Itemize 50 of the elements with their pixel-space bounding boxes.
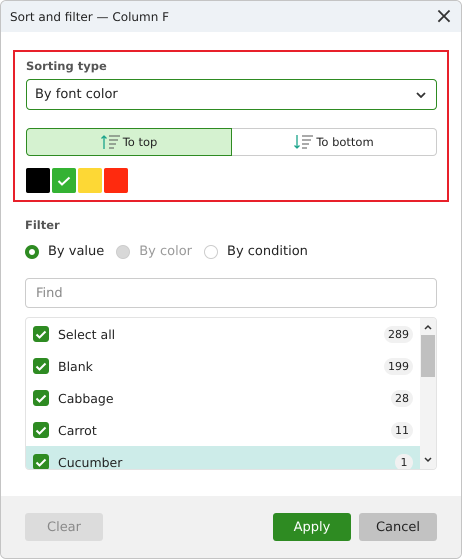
section-label: Sorting type — [26, 59, 108, 73]
color-swatch[interactable] — [26, 168, 50, 193]
chevron-down-icon — [416, 92, 426, 98]
radio-option[interactable]: By condition — [204, 244, 308, 259]
color-swatch[interactable] — [78, 168, 102, 193]
checkbox[interactable] — [33, 326, 49, 342]
check-icon — [57, 176, 71, 186]
count-badge: 289 — [384, 326, 413, 342]
count-badge: 28 — [391, 390, 413, 406]
window-title: Sort and filter — Column F — [10, 10, 170, 24]
close-button[interactable]: × — [427, 1, 461, 32]
scrollbar-thumb[interactable] — [421, 335, 435, 377]
radio-label: By color — [139, 244, 192, 259]
scrollbar[interactable] — [420, 318, 436, 469]
color-swatch[interactable] — [104, 168, 128, 193]
item-label: Carrot — [58, 422, 98, 438]
sort-direction-tab[interactable]: To top — [26, 128, 232, 156]
item-label: Blank — [58, 358, 94, 374]
item-label: Cucumber — [58, 454, 124, 469]
radio-option[interactable]: By value — [25, 244, 104, 259]
color-swatch[interactable] — [52, 168, 76, 193]
scroll-down-icon[interactable] — [424, 457, 432, 463]
checkbox[interactable] — [33, 358, 49, 374]
sort-descending-icon — [294, 134, 314, 150]
list-item[interactable]: Carrot 11 — [26, 414, 420, 446]
search-field[interactable]: Find — [25, 278, 437, 308]
dropdown-value: By font color — [35, 87, 118, 102]
radio-button[interactable] — [25, 244, 39, 258]
item-label: Cabbage — [58, 390, 115, 406]
section-label: Filter — [25, 218, 61, 232]
list-item[interactable]: Blank 199 — [26, 350, 420, 382]
item-label: Select all — [58, 326, 116, 342]
scroll-up-icon[interactable] — [424, 324, 432, 330]
checkbox[interactable] — [33, 454, 49, 469]
radio-label: By condition — [227, 244, 308, 259]
sort-type-dropdown[interactable]: By font color — [26, 79, 437, 110]
count-badge: 11 — [391, 422, 413, 438]
sort-ascending-icon — [100, 134, 121, 150]
list-item[interactable]: Cabbage 28 — [26, 382, 420, 414]
list-item[interactable]: Select all 289 — [26, 318, 420, 350]
sort-direction-tab[interactable]: To bottom — [232, 128, 437, 156]
checkbox[interactable] — [33, 390, 49, 406]
list-item[interactable]: Cucumber 1 — [26, 446, 420, 469]
apply-button[interactable]: Apply — [273, 513, 351, 541]
radio-label: By value — [48, 244, 104, 259]
count-badge: 199 — [384, 358, 413, 374]
dialog-button[interactable]: Cancel — [359, 513, 437, 541]
radio-button[interactable] — [204, 244, 218, 258]
checkbox[interactable] — [33, 422, 49, 438]
count-badge: 1 — [395, 454, 413, 469]
